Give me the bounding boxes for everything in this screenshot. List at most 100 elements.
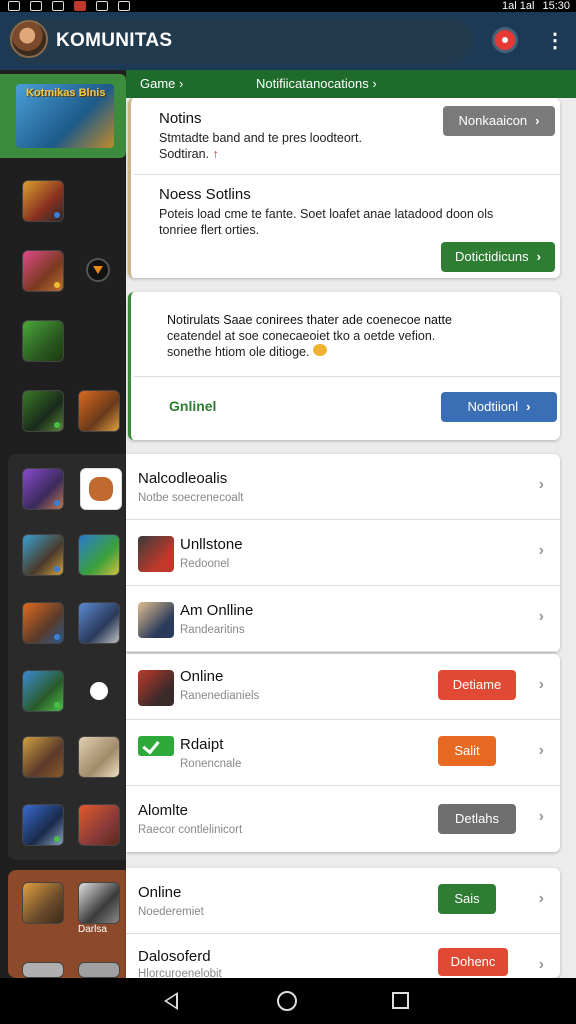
user-avatar-icon[interactable] [10,20,48,58]
recent-apps-icon[interactable] [392,992,409,1009]
notification-text: Notirulats Saae conirees thater ade coen… [167,313,452,359]
game-icon[interactable] [22,670,64,712]
details-button[interactable]: Detiame [438,670,516,700]
game-icon[interactable] [22,882,64,924]
game-icon[interactable] [80,468,122,510]
list-item-title: Dalosoferd [138,948,211,965]
notification-settings-card: Notirulats Saae conirees thater ade coen… [128,292,560,440]
notification-icon [118,1,130,11]
notifications-button[interactable]: Dotictidicuns › [441,242,555,272]
list-item-title: Rdaipt [180,736,224,753]
status-bar: 1al 1al 15:30 [0,0,576,12]
game-icon[interactable] [78,882,120,924]
home-icon[interactable] [277,991,297,1011]
list-item-subtitle: Redoonel [180,558,230,570]
chevron-right-icon: › [538,542,544,559]
notification-button[interactable]: Nonkaaicon › [443,106,555,136]
app-bar: KOMUNITAS ⋮ [0,12,576,70]
game-badge-icon[interactable] [86,258,110,282]
list-item-title: Nalcodleoalis [138,470,228,487]
back-icon[interactable] [164,992,178,1010]
chevron-right-icon: › [538,476,544,493]
game-icon[interactable] [78,602,120,644]
game-icon[interactable] [78,962,120,978]
notification-icon [30,1,42,11]
user-avatar [138,670,174,706]
chevron-right-icon: › [538,608,544,625]
section-title: Notins [159,110,202,127]
list-item-subtitle: Noederemiet [138,906,204,918]
action-button[interactable]: Sais [438,884,496,914]
breadcrumb: Game › Notifiicatanocations › [126,70,576,98]
list-item[interactable]: Rdaipt Ronencnale Salit › [126,720,560,786]
signal-icon: 1al 1al [502,0,535,12]
game-icon[interactable] [22,180,64,222]
game-icon[interactable] [22,804,64,846]
chevron-right-icon: › [538,956,544,973]
game-sidebar: Kotmikas Blnis Darlsa [0,70,126,978]
breadcrumb-item-notifications[interactable]: Notifiicatanocations › [256,76,377,91]
sidebar-banner[interactable]: Kotmikas Blnis [0,74,126,158]
list-item-subtitle: Randearitins [180,624,245,636]
notifications-card: Notins Stmtadte band and te pres loodteo… [128,98,560,278]
game-icon[interactable] [78,534,120,576]
section-title: Noess Sotlins [159,186,251,203]
list-item[interactable]: Nalcodleoalis Notbe soecrenecoalt › [126,454,560,520]
game-icon[interactable] [90,682,108,700]
system-nav-bar [0,978,576,1024]
sidebar-game-group [8,454,126,860]
list-item-title: Am Onlline [180,602,254,619]
more-vert-icon[interactable]: ⋮ [545,28,565,54]
check-icon [138,736,174,756]
chevron-right-icon: › [538,890,544,907]
list-item[interactable]: Online Noederemiet Sais › [126,868,560,934]
sidebar-bottom-label: Darlsa [78,924,107,935]
action-button[interactable]: Salit [438,736,496,766]
divider [134,174,560,175]
chevron-right-icon: › [538,742,544,759]
chevron-right-icon: › [538,808,544,825]
list-item-title: Online [180,668,224,685]
list-item[interactable]: Unllstone Redoonel › [126,520,560,586]
game-icon[interactable] [78,804,120,846]
game-icon[interactable] [78,390,120,432]
game-icon[interactable] [22,736,64,778]
clock: 15:30 [542,0,570,12]
community-list: Nalcodleoalis Notbe soecrenecoalt › Unll… [126,454,560,652]
game-icon[interactable] [22,250,64,292]
friends-list: Online Noederemiet Sais › Dalosoferd Hlo… [126,868,560,980]
list-item[interactable]: Alomlte Raecor contlelinicort Detlahs › [126,786,560,852]
list-item[interactable]: Online Ranenedianiels Detiame › [126,654,560,720]
app-title: KOMUNITAS [56,30,173,51]
section-text: Poteis load cme te fante. Soet loafet an… [159,207,494,237]
emoji-icon [312,344,327,356]
game-icon[interactable] [22,602,64,644]
game-icon[interactable] [78,736,120,778]
details-button[interactable]: Detlahs [438,804,516,834]
game-icon[interactable] [22,390,64,432]
game-icon[interactable] [22,534,64,576]
list-item-subtitle: Notbe soecrenecoalt [138,492,244,504]
game-icon[interactable] [22,468,64,510]
online-list: Online Ranenedianiels Detiame › Rdaipt R… [126,654,560,852]
status-icons-left [8,0,130,11]
action-button[interactable]: Dohenc [438,948,508,976]
list-item-subtitle: Raecor contlelinicort [138,824,243,836]
list-item-subtitle: Ronencnale [180,758,242,770]
chevron-right-icon: › [538,676,544,693]
list-item-title: Unllstone [180,536,243,553]
notification-icon [8,1,20,11]
notification-icon [74,1,86,11]
divider [134,376,560,377]
online-status: Gnlinel [169,398,217,414]
alert-icon[interactable] [495,30,515,50]
list-item-title: Online [138,884,182,901]
user-avatar [138,602,174,638]
banner-label: Kotmikas Blnis [26,87,106,99]
list-item[interactable]: Am Onlline Randearitins › [126,586,560,652]
notification-icon [96,1,108,11]
notifications-action-button[interactable]: Nodtiionl › [441,392,557,422]
game-icon[interactable] [22,320,64,362]
breadcrumb-item-game[interactable]: Game › [140,76,183,91]
game-icon[interactable] [22,962,64,978]
